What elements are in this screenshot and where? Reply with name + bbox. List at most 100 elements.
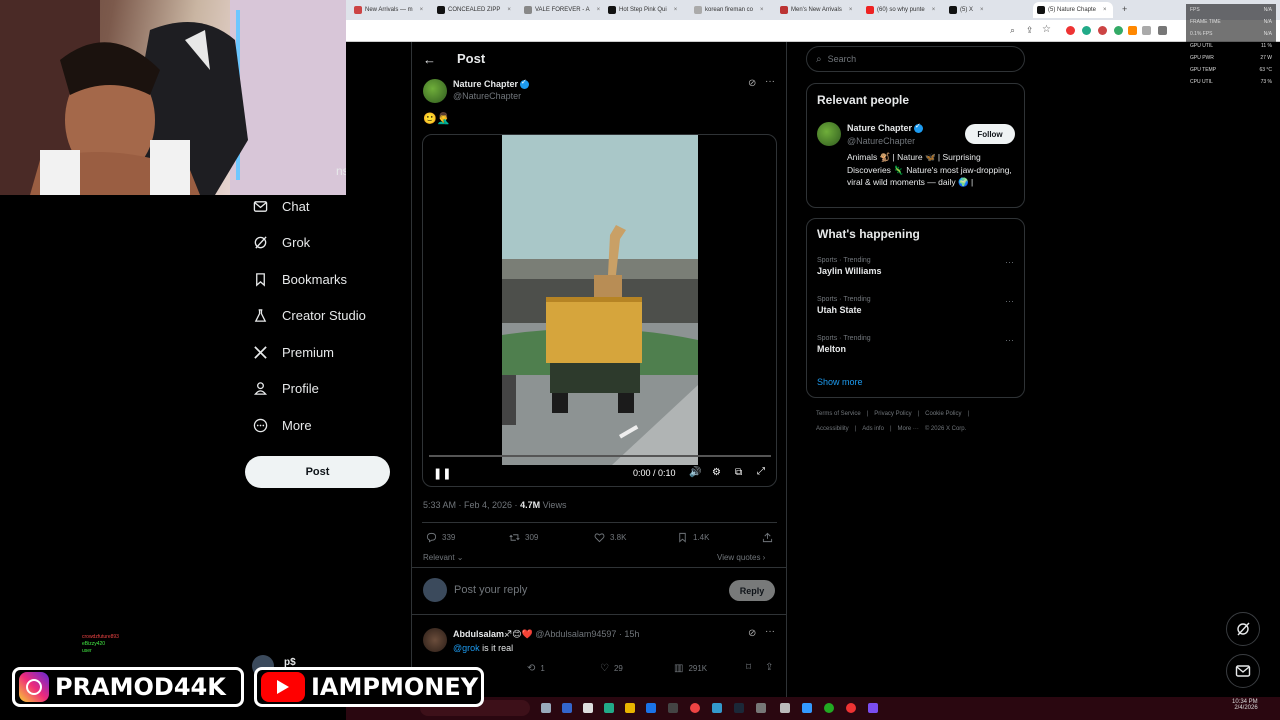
author-handle[interactable]: @NatureChapter <box>453 91 521 101</box>
more-options-icon[interactable]: ··· <box>765 76 775 87</box>
reply-button[interactable]: Reply <box>729 580 775 601</box>
taskbar-app-icon[interactable] <box>625 703 635 713</box>
pip-icon[interactable]: ⧉ <box>735 467 742 478</box>
privacy-link[interactable]: Privacy Policy <box>874 411 911 417</box>
share-icon[interactable]: ⇪ <box>1026 25 1034 36</box>
taskbar-app-icon[interactable] <box>541 703 551 713</box>
grok-floating-button[interactable] <box>1226 612 1260 646</box>
trend-item[interactable]: Sports · Trending Utah State <box>817 296 871 315</box>
taskbar-app-icon[interactable] <box>802 703 812 713</box>
extension-icon[interactable] <box>1158 26 1167 35</box>
taskbar-app-icon[interactable] <box>734 703 744 713</box>
browser-tab[interactable]: VALE FOREVER - A × <box>520 2 602 18</box>
grok-icon[interactable]: ⊘ <box>748 78 756 89</box>
follow-button[interactable]: Follow <box>965 124 1015 144</box>
taskbar-app-icon[interactable] <box>824 703 834 713</box>
extension-icon[interactable] <box>1142 26 1151 35</box>
taskbar-app-icon[interactable] <box>690 703 700 713</box>
bookmark-action[interactable]: 1.4K <box>677 532 709 543</box>
reply-author[interactable]: Abdulsalam♐😊❤️ @Abdulsalam94597 · 15h <box>453 629 639 640</box>
more-options-icon[interactable]: ··· <box>1005 257 1014 267</box>
trend-item[interactable]: Sports · Trending Melton <box>817 335 871 354</box>
extension-icon[interactable] <box>1082 26 1091 35</box>
taskbar-clock[interactable]: 10:34 PM 2/4/2026 <box>1232 699 1258 711</box>
close-icon[interactable]: × <box>932 7 936 13</box>
bookmark-icon[interactable]: ⌑ <box>746 662 751 673</box>
search-icon[interactable]: ⌕ <box>1010 25 1015 36</box>
taskbar-app-icon[interactable] <box>562 703 572 713</box>
star-icon[interactable]: ☆ <box>1042 24 1051 35</box>
cookie-link[interactable]: Cookie Policy <box>925 411 961 417</box>
new-tab-button[interactable]: + <box>1122 4 1127 14</box>
show-more-link[interactable]: Show more <box>817 377 863 387</box>
more-link[interactable]: More ··· <box>898 426 919 432</box>
nav-item-profile[interactable]: Profile <box>253 381 319 396</box>
extension-icon[interactable] <box>1098 26 1107 35</box>
more-options-icon[interactable]: ··· <box>1005 296 1014 306</box>
close-icon[interactable]: × <box>674 7 678 13</box>
author-name[interactable]: Nature Chapter <box>453 78 530 90</box>
close-icon[interactable]: × <box>597 7 601 13</box>
video-player[interactable]: ❚❚ 0:00 / 0:10 🔊 ⚙ ⧉ ⤢ <box>422 134 777 487</box>
avatar[interactable] <box>817 122 841 146</box>
volume-icon[interactable]: 🔊 <box>689 467 701 478</box>
close-icon[interactable]: × <box>980 7 984 13</box>
settings-icon[interactable]: ⚙ <box>712 467 721 478</box>
video-progress-track[interactable] <box>429 455 771 457</box>
taskbar-app-icon[interactable] <box>868 703 878 713</box>
close-icon[interactable]: × <box>507 7 511 13</box>
taskbar-app-icon[interactable] <box>604 703 614 713</box>
taskbar-app-icon[interactable] <box>780 703 790 713</box>
extension-icon[interactable] <box>1066 26 1075 35</box>
repost-action[interactable]: ⟲ 1 <box>527 663 545 674</box>
taskbar-app-icon[interactable] <box>583 703 593 713</box>
extension-icon[interactable] <box>1128 26 1137 35</box>
sort-dropdown[interactable]: Relevant ⌄ <box>423 553 464 562</box>
share-icon[interactable]: ⇪ <box>765 662 773 673</box>
ads-info-link[interactable]: Ads info <box>862 426 884 432</box>
avatar[interactable] <box>423 628 447 652</box>
taskbar-app-icon[interactable] <box>756 703 766 713</box>
browser-tab[interactable]: (5) X × <box>945 2 1027 18</box>
nav-item-grok[interactable]: Grok <box>253 235 310 250</box>
taskbar-app-icon[interactable] <box>846 703 856 713</box>
reply-input[interactable]: Post your reply <box>454 584 527 596</box>
compose-post-button[interactable]: Post <box>245 456 390 488</box>
browser-tab[interactable]: CONCEALED ZIPP × <box>433 2 515 18</box>
browser-tab[interactable]: (60) so why punte × <box>862 2 944 18</box>
taskbar-app-icon[interactable] <box>712 703 722 713</box>
like-action[interactable]: ♡ 29 <box>600 663 623 674</box>
pause-icon[interactable]: ❚❚ <box>433 467 451 480</box>
taskbar-app-icon[interactable] <box>668 703 678 713</box>
browser-tab[interactable]: korean fireman co × <box>690 2 772 18</box>
avatar[interactable] <box>423 79 447 103</box>
back-arrow-icon[interactable]: ← <box>423 52 436 67</box>
messages-floating-button[interactable] <box>1226 654 1260 688</box>
accessibility-link[interactable]: Accessibility <box>816 426 849 432</box>
person-name[interactable]: Nature Chapter <box>847 122 924 134</box>
reply-action[interactable]: 339 <box>426 532 455 543</box>
browser-tab[interactable]: Hot Step Pink Qui × <box>604 2 686 18</box>
browser-tab[interactable]: Men's New Arrivals × <box>776 2 858 18</box>
close-icon[interactable]: × <box>420 7 424 13</box>
more-options-icon[interactable]: ··· <box>1005 335 1014 345</box>
nav-item-chat[interactable]: Chat <box>253 199 309 214</box>
grok-icon[interactable]: ⊘ <box>748 628 756 639</box>
more-options-icon[interactable]: ··· <box>765 626 775 637</box>
terms-link[interactable]: Terms of Service <box>816 411 861 417</box>
taskbar-app-icon[interactable] <box>646 703 656 713</box>
like-action[interactable]: 3.8K <box>594 532 626 543</box>
browser-tab[interactable]: (5) Nature Chapte × <box>1033 2 1113 18</box>
browser-address-bar[interactable]: ⌕ ⇪ ☆ <box>346 20 1280 42</box>
browser-tab[interactable]: New Arrivals — m × <box>350 2 432 18</box>
fullscreen-icon[interactable]: ⤢ <box>757 466 765 477</box>
nav-item-creator-studio[interactable]: Creator Studio <box>253 308 366 323</box>
search-input[interactable]: ⌕ Search <box>806 46 1025 72</box>
views-action[interactable]: ▥ 291K <box>674 663 707 674</box>
nav-item-bookmarks[interactable]: Bookmarks <box>253 272 347 287</box>
close-icon[interactable]: × <box>760 7 764 13</box>
repost-action[interactable]: 309 <box>509 532 538 543</box>
extension-icon[interactable] <box>1114 26 1123 35</box>
close-icon[interactable]: × <box>1103 7 1107 13</box>
nav-item-more[interactable]: More <box>253 418 312 433</box>
